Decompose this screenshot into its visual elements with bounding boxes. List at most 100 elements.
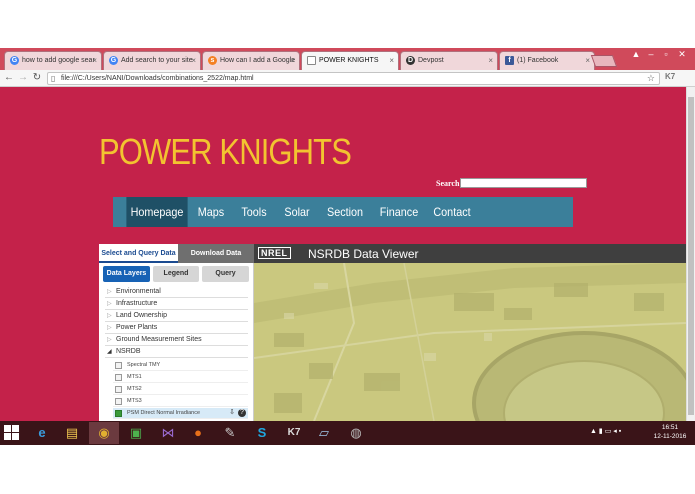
sublayer-mts1[interactable]: MTS1 (113, 372, 248, 383)
collapse-arrow-icon: ◢ (107, 349, 112, 355)
close-icon[interactable]: × (191, 56, 196, 65)
windows-taskbar: e ▤ ◉ ▣ ⋈ ● ✎ S K7 ▱ ◍ ▲ ▮ ▭ ◂ ▪ 16:51 1… (0, 421, 695, 445)
facebook-icon: f (505, 56, 514, 65)
close-icon[interactable]: × (585, 56, 590, 65)
layer-infrastructure[interactable]: ▷ Infrastructure (105, 299, 248, 310)
layer-land-ownership[interactable]: ▷ Land Ownership (105, 311, 248, 322)
address-bar[interactable]: ▯ file:///C:/Users/NANI/Downloads/combin… (47, 72, 660, 85)
skype-icon[interactable]: S (247, 422, 277, 444)
layer-nsrdb[interactable]: ◢ NSRDB (105, 347, 248, 358)
back-icon[interactable]: ← (3, 72, 15, 83)
clock-time: 16:51 (661, 424, 679, 431)
sublayer-label: MTS1 (127, 374, 142, 380)
viewer-header: NREL NSRDB Data Viewer (254, 244, 686, 263)
main-nav: Homepage Maps Tools Solar Section Financ… (113, 197, 573, 227)
nav-homepage[interactable]: Homepage (126, 197, 188, 227)
sublayer-label: PSM Direct Normal Irradiance (127, 410, 201, 416)
sublayer-mts3[interactable]: MTS3 (113, 396, 248, 407)
vertical-scrollbar[interactable] (686, 87, 695, 421)
sublayer-mts2[interactable]: MTS2 (113, 384, 248, 395)
checkbox[interactable] (115, 362, 122, 369)
clock-date: 12-11-2016 (653, 433, 687, 440)
tab-google-search[interactable]: G how to add google sear × (4, 51, 102, 70)
sublayer-spectral-tmy[interactable]: Spectral TMY (113, 360, 248, 371)
layer-label: Ground Measurement Sites (116, 336, 202, 343)
volume-icon[interactable]: ◂ (613, 428, 617, 435)
google-icon: G (109, 56, 118, 65)
browser-window: G how to add google sear × G Add search … (0, 48, 695, 445)
subtab-query[interactable]: Query (202, 266, 249, 282)
ie-icon[interactable]: e (27, 422, 57, 444)
page-info-icon[interactable]: ▯ (51, 74, 55, 83)
tab-facebook[interactable]: f (1) Facebook × (499, 51, 595, 70)
close-icon[interactable]: × (389, 56, 394, 65)
checkbox[interactable] (115, 398, 122, 405)
new-tab-button[interactable] (590, 55, 618, 67)
network-icon[interactable]: ▮ (599, 428, 603, 435)
page-content: POWER KNIGHTS Search Homepage Maps Tools… (0, 87, 686, 421)
devpost-icon: D (406, 56, 415, 65)
nav-section[interactable]: Section (323, 197, 366, 227)
firefox-icon[interactable]: ● (183, 422, 213, 444)
system-tray[interactable]: ▲ ▮ ▭ ◂ ▪ (590, 427, 621, 435)
nsrdb-viewer: NREL NSRDB Data Viewer Select and Query … (99, 244, 686, 421)
reload-icon[interactable]: ↻ (31, 72, 43, 83)
forward-icon[interactable]: → (17, 72, 29, 83)
tab-download-data[interactable]: Download Data (178, 244, 254, 263)
tab-label: POWER KNIGHTS (319, 57, 379, 64)
map-view[interactable] (254, 263, 686, 421)
subtab-data-layers[interactable]: Data Layers (103, 266, 150, 282)
battery-icon[interactable]: ▭ (605, 428, 612, 435)
nav-tools[interactable]: Tools (237, 197, 271, 227)
windows-start-icon[interactable] (4, 425, 20, 441)
tab-select-query-data[interactable]: Select and Query Data (99, 244, 178, 263)
layer-ground-measurement-sites[interactable]: ▷ Ground Measurement Sites (105, 335, 248, 346)
k7-extension-icon[interactable]: K7 (665, 72, 675, 81)
nav-solar[interactable]: Solar (281, 197, 313, 227)
user-icon[interactable]: ▲ (629, 49, 643, 59)
layer-environmental[interactable]: ▷ Environmental (105, 287, 248, 298)
checkbox-checked[interactable] (115, 410, 122, 417)
google-icon: G (10, 56, 19, 65)
chrome-alt-icon[interactable]: ◍ (341, 422, 371, 444)
checkbox[interactable] (115, 374, 122, 381)
tab-strip: G how to add google sear × G Add search … (0, 48, 695, 70)
sublayer-psm-dni[interactable]: PSM Direct Normal Irradiance ⇩ ? (113, 408, 248, 419)
paint-icon[interactable]: ✎ (215, 422, 245, 444)
maximize-icon[interactable]: ▫ (659, 49, 673, 59)
file-explorer-icon[interactable]: ▤ (57, 422, 87, 444)
close-icon[interactable]: × (92, 56, 97, 65)
tray-arrow-icon[interactable]: ▲ (590, 428, 597, 435)
search-input[interactable] (460, 178, 587, 188)
viewer-title: NSRDB Data Viewer (308, 247, 419, 261)
tab-devpost[interactable]: D Devpost × (400, 51, 498, 70)
tab-power-knights[interactable]: POWER KNIGHTS × (301, 51, 399, 70)
nav-maps[interactable]: Maps (195, 197, 227, 227)
bookmark-star-icon[interactable]: ☆ (647, 73, 655, 84)
url-text: file:///C:/Users/NANI/Downloads/combinat… (61, 75, 254, 82)
nav-finance[interactable]: Finance (377, 197, 420, 227)
notepad-icon[interactable]: ▱ (309, 422, 339, 444)
download-icon[interactable]: ⇩ (228, 409, 236, 417)
nrel-logo: NREL (258, 247, 291, 259)
subtab-legend[interactable]: Legend (153, 266, 199, 282)
minimize-icon[interactable]: – (644, 49, 658, 59)
clock[interactable]: 16:51 12-11-2016 (652, 423, 688, 441)
k7-icon[interactable]: K7 (279, 422, 309, 444)
page-icon (307, 56, 316, 65)
checkbox[interactable] (115, 386, 122, 393)
nav-contact[interactable]: Contact (431, 197, 472, 227)
scrollbar-thumb[interactable] (688, 97, 694, 415)
help-icon[interactable]: ? (238, 409, 246, 417)
chrome-icon[interactable]: ◉ (89, 422, 119, 444)
layer-label: Power Plants (116, 324, 158, 331)
close-icon[interactable]: × (290, 56, 295, 65)
visual-studio-icon[interactable]: ⋈ (153, 422, 183, 444)
tab-add-search[interactable]: G Add search to your site × (103, 51, 201, 70)
close-window-icon[interactable]: ✕ (675, 49, 689, 60)
tab-stackoverflow[interactable]: s How can I add a Google × (202, 51, 300, 70)
layer-power-plants[interactable]: ▷ Power Plants (105, 323, 248, 334)
notification-icon[interactable]: ▪ (619, 428, 621, 435)
close-icon[interactable]: × (488, 56, 493, 65)
store-icon[interactable]: ▣ (121, 422, 151, 444)
